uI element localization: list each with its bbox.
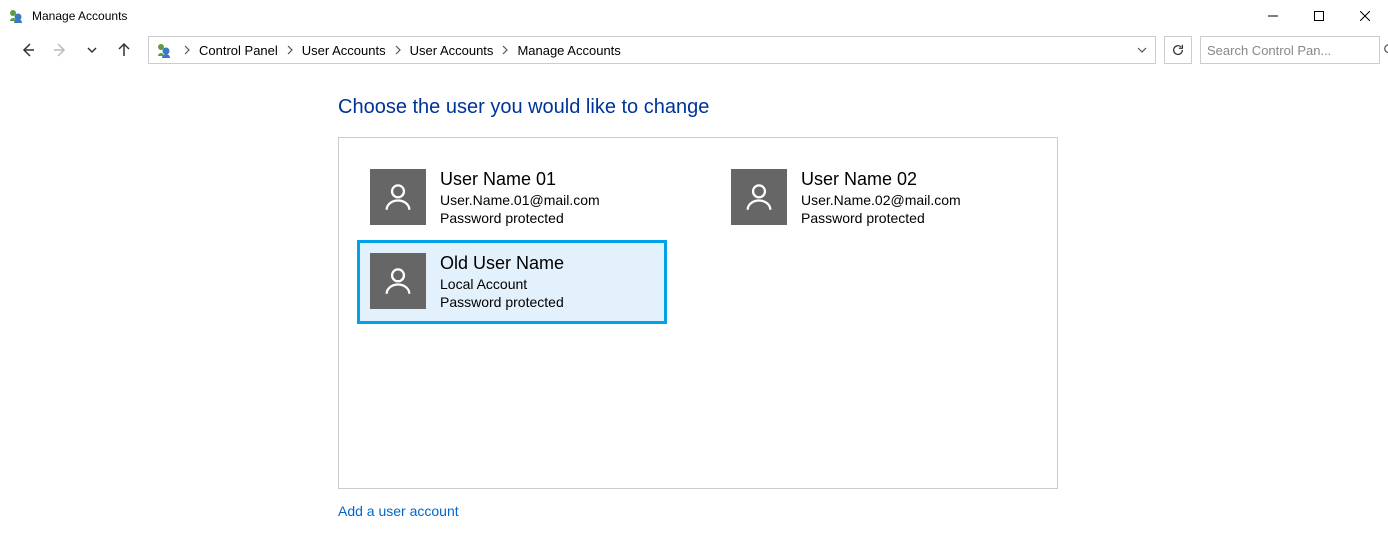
chevron-right-icon[interactable]: [392, 45, 404, 55]
account-status: Password protected: [440, 293, 564, 311]
account-status: Password protected: [801, 209, 961, 227]
up-button[interactable]: [110, 36, 138, 64]
refresh-button[interactable]: [1164, 36, 1192, 64]
account-name: User Name 02: [801, 169, 961, 191]
avatar-icon: [731, 169, 787, 225]
search-box[interactable]: [1200, 36, 1380, 64]
account-tile[interactable]: User Name 01 User.Name.01@mail.com Passw…: [357, 156, 667, 240]
app-icon: [8, 8, 24, 24]
breadcrumb-item[interactable]: Control Panel: [197, 43, 280, 58]
chevron-right-icon[interactable]: [181, 45, 193, 55]
accounts-panel: User Name 01 User.Name.01@mail.com Passw…: [338, 137, 1058, 489]
address-dropdown-button[interactable]: [1133, 45, 1151, 55]
account-email: User.Name.02@mail.com: [801, 191, 961, 209]
search-input[interactable]: [1207, 43, 1383, 58]
titlebar: Manage Accounts: [0, 0, 1388, 32]
close-button[interactable]: [1342, 0, 1388, 32]
recent-locations-button[interactable]: [78, 36, 106, 64]
search-icon: [1383, 43, 1388, 57]
chevron-right-icon[interactable]: [499, 45, 511, 55]
avatar-icon: [370, 169, 426, 225]
address-bar[interactable]: Control Panel User Accounts User Account…: [148, 36, 1156, 64]
minimize-button[interactable]: [1250, 0, 1296, 32]
account-tile[interactable]: User Name 02 User.Name.02@mail.com Passw…: [718, 156, 1028, 240]
avatar-icon: [370, 253, 426, 309]
breadcrumb-item[interactable]: Manage Accounts: [515, 43, 622, 58]
page-heading: Choose the user you would like to change: [338, 96, 1388, 119]
chevron-right-icon[interactable]: [284, 45, 296, 55]
account-name: Old User Name: [440, 253, 564, 275]
user-accounts-icon: [155, 41, 173, 59]
main-content: Choose the user you would like to change…: [0, 68, 1388, 519]
navbar: Control Panel User Accounts User Account…: [0, 32, 1388, 68]
account-tile-selected[interactable]: Old User Name Local Account Password pro…: [357, 240, 667, 324]
breadcrumb-item[interactable]: User Accounts: [408, 43, 496, 58]
add-user-link[interactable]: Add a user account: [338, 503, 1388, 519]
forward-button[interactable]: [46, 36, 74, 64]
breadcrumb-item[interactable]: User Accounts: [300, 43, 388, 58]
maximize-button[interactable]: [1296, 0, 1342, 32]
account-email: User.Name.01@mail.com: [440, 191, 600, 209]
account-name: User Name 01: [440, 169, 600, 191]
window-title: Manage Accounts: [32, 9, 127, 23]
account-type: Local Account: [440, 275, 564, 293]
account-status: Password protected: [440, 209, 600, 227]
back-button[interactable]: [14, 36, 42, 64]
